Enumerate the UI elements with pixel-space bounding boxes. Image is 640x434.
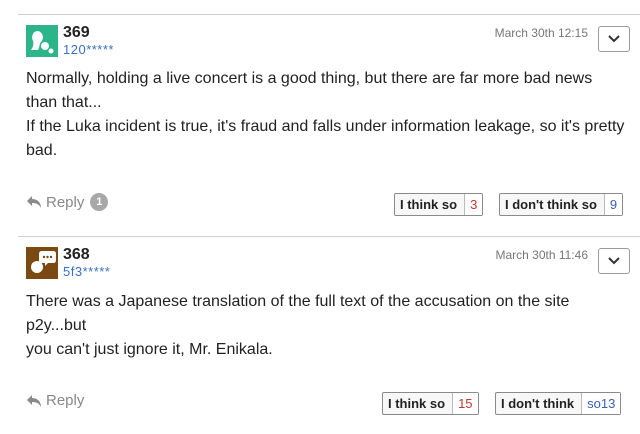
comment-text-line: There was a Japanese translation of the … [26, 293, 570, 334]
agree-button[interactable]: I think so 15 [382, 392, 479, 415]
reply-arrow-icon [27, 196, 41, 208]
agree-label: I think so [388, 396, 446, 411]
comment-text-line: If the Luka incident is true, it's fraud… [26, 118, 625, 159]
avatar[interactable] [26, 247, 58, 279]
comment-368: 368 5f3***** March 30th 11:46 There was … [18, 236, 640, 434]
agree-button[interactable]: I think so 3 [394, 193, 484, 216]
comment-date: March 30th 11:46 [495, 248, 588, 262]
comment-text-line: Normally, holding a live concert is a go… [26, 70, 593, 111]
reply-button[interactable]: Reply 1 [26, 193, 109, 211]
comment-number: 368 [63, 246, 90, 263]
avatar-image [26, 25, 58, 57]
reply-count-badge: 1 [90, 193, 109, 211]
reply-arrow-icon [27, 394, 41, 407]
disagree-label: I don't think [501, 396, 575, 411]
comment-body: There was a Japanese translation of the … [26, 290, 626, 362]
disagree-count: so13 [581, 393, 621, 414]
chevron-down-icon [608, 35, 620, 43]
reply-label: Reply [46, 193, 85, 211]
disagree-label: I don't think so [505, 197, 597, 212]
user-id[interactable]: 120***** [63, 42, 114, 57]
comment-text-line: you can't just ignore it, Mr. Enikala. [26, 341, 273, 358]
avatar[interactable] [26, 25, 58, 57]
user-id[interactable]: 5f3***** [63, 264, 110, 279]
comment-menu-button[interactable] [598, 26, 630, 52]
comment-menu-button[interactable] [598, 248, 630, 274]
reply-button[interactable]: Reply [26, 392, 84, 409]
comment-number: 369 [63, 24, 90, 41]
reply-label: Reply [46, 392, 85, 409]
agree-count: 3 [464, 194, 483, 215]
chevron-down-icon [608, 257, 620, 265]
disagree-button[interactable]: I don't think so 9 [499, 193, 624, 216]
disagree-button[interactable]: I don't think so13 [495, 392, 622, 415]
comment-body: Normally, holding a live concert is a go… [26, 67, 626, 163]
comment-369: 369 120***** March 30th 12:15 Normally, … [18, 14, 640, 236]
avatar-image [26, 247, 58, 279]
agree-count: 15 [452, 393, 478, 414]
disagree-count: 9 [603, 194, 623, 215]
comment-date: March 30th 12:15 [494, 26, 588, 40]
agree-label: I think so [400, 197, 458, 212]
